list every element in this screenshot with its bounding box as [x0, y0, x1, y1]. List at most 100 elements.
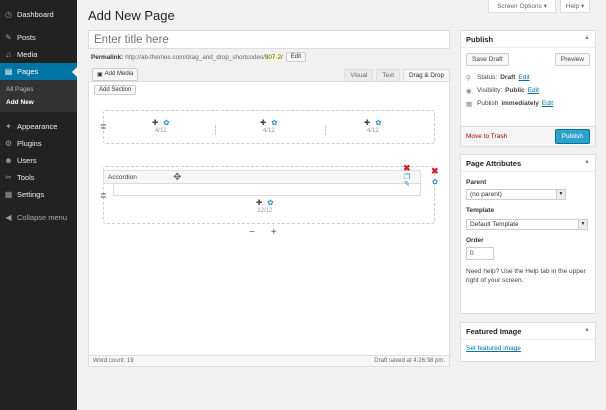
sidebar-item-plugins[interactable]: ⚙ Plugins	[0, 135, 77, 152]
column-control: ✚ ✿ 4/12	[364, 119, 382, 135]
gear-icon[interactable]: ✿	[267, 199, 273, 207]
sidebar-item-label: Settings	[17, 190, 45, 199]
sidebar-item-media[interactable]: ♫ Media	[0, 46, 77, 63]
parent-select[interactable]: (no parent) ▼	[466, 189, 566, 200]
status-value: Draft	[500, 74, 516, 81]
sidebar-item-settings[interactable]: ▦ Settings	[0, 186, 77, 203]
gear-icon[interactable]: ✿	[271, 119, 277, 127]
save-draft-button[interactable]: Save Draft	[466, 53, 509, 66]
publish-box-header[interactable]: Publish ▲	[461, 31, 595, 48]
page-title: Add New Page	[88, 8, 175, 23]
attributes-help-text: Need help? Use the Help tab in the upper…	[466, 268, 586, 284]
collapse-caret-icon[interactable]: ▲	[584, 35, 590, 43]
sidebar-item-label: Users	[17, 156, 37, 165]
edit-pencil-icon[interactable]: ✎	[404, 180, 410, 188]
row-handle-icon[interactable]: ≣	[100, 191, 107, 200]
collapse-arrow-icon: ◀	[5, 213, 12, 222]
column-divider	[325, 125, 326, 135]
add-section-button[interactable]: Add Section	[94, 85, 137, 95]
delete-row-icon[interactable]: ✖	[431, 166, 439, 177]
row-size-controls: − +	[249, 227, 277, 238]
permalink-edit-button[interactable]: Edit	[285, 52, 307, 62]
publish-actions: Save Draft Preview	[461, 48, 595, 66]
tools-icon: ✂	[5, 173, 12, 182]
draft-saved-status: Draft saved at 4:26:38 pm.	[374, 358, 445, 364]
add-media-button[interactable]: ▣ Add Media	[92, 67, 139, 81]
media-camera-icon: ▣	[97, 71, 103, 78]
status-edit-link[interactable]: Edit	[518, 74, 529, 81]
sidebar-item-posts[interactable]: ✎ Posts	[0, 29, 77, 46]
page-attributes-header[interactable]: Page Attributes ▲	[461, 155, 595, 172]
column-size-label: 4/12	[154, 128, 167, 134]
sidebar-item-pages[interactable]: ▤ Pages	[0, 63, 77, 80]
publish-button[interactable]: Publish	[554, 129, 590, 144]
order-input[interactable]: 0	[466, 247, 494, 260]
sidebar-item-label: Pages	[17, 67, 39, 76]
dropdown-arrow-icon: ▼	[556, 190, 565, 199]
order-label: Order	[466, 237, 484, 244]
sidebar-item-label: Media	[17, 50, 38, 59]
add-icon[interactable]: ✚	[364, 119, 370, 127]
row-gear-icon[interactable]: ✿	[432, 178, 438, 186]
sidebar-item-label: Tools	[17, 173, 35, 182]
schedule-edit-link[interactable]: Edit	[542, 100, 553, 107]
word-count: Word count: 19	[93, 358, 134, 364]
gear-icon[interactable]: ✿	[375, 119, 381, 127]
set-featured-image-link[interactable]: Set featured image	[466, 345, 521, 352]
column-size-label: 4/12	[366, 128, 379, 134]
page-attributes-title: Page Attributes	[466, 159, 522, 168]
permalink-bar: Permalink: http://ab-themes.com/drag_and…	[91, 52, 307, 62]
help-button[interactable]: Help ▾	[560, 0, 590, 13]
add-media-box: ▣ Add Media	[92, 67, 139, 81]
parent-select-value: (no parent)	[470, 191, 502, 198]
accordion-element[interactable]: Accordion	[103, 170, 421, 184]
sidebar-item-users[interactable]: ☻ Users	[0, 152, 77, 169]
permalink-slug[interactable]: 907-2/	[264, 53, 283, 61]
settings-icon: ▦	[4, 190, 13, 199]
add-icon[interactable]: ✚	[152, 119, 158, 127]
appearance-icon: ✦	[5, 122, 12, 131]
gear-icon[interactable]: ✿	[163, 119, 169, 127]
submenu-add-new[interactable]: Add New	[0, 96, 77, 109]
visibility-edit-link[interactable]: Edit	[528, 87, 539, 94]
add-icon[interactable]: ✚	[256, 199, 262, 207]
row-handle-icon[interactable]: ≣	[100, 122, 107, 131]
pin-icon: ⚲	[466, 74, 471, 82]
visibility-label: Visibility:	[477, 87, 503, 94]
sidebar-item-appearance[interactable]: ✦ Appearance	[0, 118, 77, 135]
move-cursor-icon[interactable]: ✥	[173, 172, 181, 183]
pushpin-icon: ✎	[5, 33, 12, 42]
collapse-menu-button[interactable]: ◀ Collapse menu	[0, 209, 77, 226]
plus-icon[interactable]: +	[271, 227, 277, 238]
publish-box-title: Publish	[466, 35, 494, 44]
column-control: ✚ ✿ 4/12	[152, 119, 170, 135]
collapse-menu-label: Collapse menu	[17, 213, 68, 222]
post-title-input[interactable]	[88, 30, 450, 49]
move-to-trash-link[interactable]: Move to Trash	[466, 133, 507, 140]
publish-value: immediately	[501, 100, 539, 107]
visibility-row: ◉ Visibility: Public Edit	[461, 84, 595, 97]
publish-footer: Move to Trash Publish	[461, 126, 595, 146]
media-icon: ♫	[5, 50, 12, 59]
template-select[interactable]: Default Template ▼	[466, 219, 588, 230]
featured-image-header[interactable]: Featured Image ▲	[461, 323, 595, 340]
add-icon[interactable]: ✚	[260, 119, 266, 127]
column-control: ✚ ✿ 12/12	[256, 199, 274, 215]
sidebar-item-tools[interactable]: ✂ Tools	[0, 169, 77, 186]
screen-options-button[interactable]: Screen Options ▾	[488, 0, 556, 13]
sidebar-item-dashboard[interactable]: ◷ Dashboard	[0, 6, 77, 23]
column-divider	[215, 125, 216, 135]
permalink-url[interactable]: http://ab-themes.com/drag_and_drop_short…	[125, 54, 265, 61]
schedule-row: ▦ Publish immediately Edit	[461, 97, 595, 110]
section-row: ≣ ✚ ✿ 4/12 ✚ ✿ 4/12 ✚ ✿ 4/12	[100, 110, 435, 144]
preview-button[interactable]: Preview	[554, 53, 590, 66]
collapse-caret-icon[interactable]: ▲	[584, 327, 590, 335]
publish-label: Publish	[477, 100, 499, 107]
add-media-label: Add Media	[104, 71, 134, 77]
minus-icon[interactable]: −	[249, 227, 255, 238]
plugins-icon: ⚙	[4, 139, 13, 148]
sidebar-item-label: Dashboard	[17, 10, 54, 19]
collapse-caret-icon[interactable]: ▲	[584, 159, 590, 167]
calendar-icon: ▦	[466, 100, 473, 108]
submenu-all-pages[interactable]: All Pages	[0, 83, 77, 96]
